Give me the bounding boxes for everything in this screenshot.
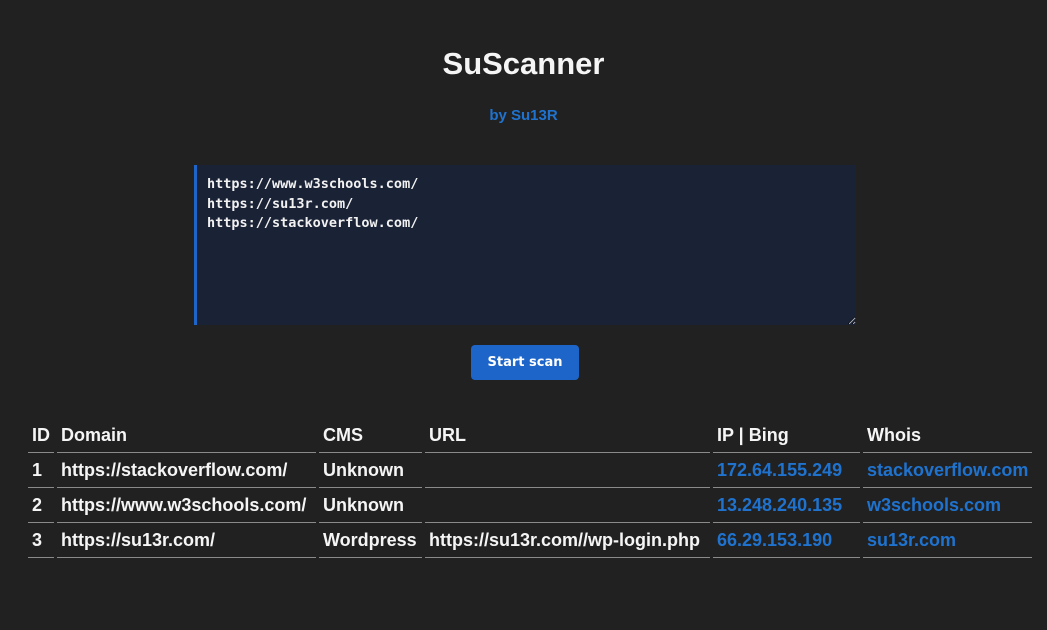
table-header-row: ID Domain CMS URL IP | Bing Whois: [28, 418, 1033, 453]
row-whois-cell: su13r.com: [863, 523, 1033, 558]
whois-link[interactable]: su13r.com: [867, 530, 956, 550]
results-table: ID Domain CMS URL IP | Bing Whois 1 http…: [25, 418, 1035, 558]
table-row: 3 https://su13r.com/ Wordpress https://s…: [28, 523, 1033, 558]
row-id: 3: [28, 523, 54, 558]
column-header-cms: CMS: [319, 418, 422, 453]
row-id: 1: [28, 453, 54, 488]
row-cms: Wordpress: [319, 523, 422, 558]
row-ip-cell: 66.29.153.190: [713, 523, 860, 558]
column-header-whois: Whois: [863, 418, 1033, 453]
row-whois-cell: stackoverflow.com: [863, 453, 1033, 488]
whois-link[interactable]: w3schools.com: [867, 495, 1001, 515]
start-scan-button[interactable]: Start scan: [471, 345, 579, 380]
row-ip-cell: 13.248.240.135: [713, 488, 860, 523]
row-url: [425, 453, 710, 488]
author-credit: by Su13R: [489, 107, 558, 124]
row-domain: https://stackoverflow.com/: [57, 453, 316, 488]
row-url: [425, 488, 710, 523]
row-domain: https://su13r.com/: [57, 523, 316, 558]
page-title: SuScanner: [442, 46, 605, 81]
column-header-ip-bing: IP | Bing: [713, 418, 860, 453]
column-header-domain: Domain: [57, 418, 316, 453]
row-cms: Unknown: [319, 453, 422, 488]
row-cms: Unknown: [319, 488, 422, 523]
urls-input[interactable]: https://www.w3schools.com/ https://su13r…: [194, 165, 856, 325]
column-header-url: URL: [425, 418, 710, 453]
row-id: 2: [28, 488, 54, 523]
row-domain: https://www.w3schools.com/: [57, 488, 316, 523]
ip-bing-link[interactable]: 172.64.155.249: [717, 460, 842, 480]
ip-bing-link[interactable]: 66.29.153.190: [717, 530, 832, 550]
ip-bing-link[interactable]: 13.248.240.135: [717, 495, 842, 515]
table-row: 2 https://www.w3schools.com/ Unknown 13.…: [28, 488, 1033, 523]
table-row: 1 https://stackoverflow.com/ Unknown 172…: [28, 453, 1033, 488]
column-header-id: ID: [28, 418, 54, 453]
row-whois-cell: w3schools.com: [863, 488, 1033, 523]
row-ip-cell: 172.64.155.249: [713, 453, 860, 488]
row-url: https://su13r.com//wp-login.php: [425, 523, 710, 558]
whois-link[interactable]: stackoverflow.com: [867, 460, 1028, 480]
